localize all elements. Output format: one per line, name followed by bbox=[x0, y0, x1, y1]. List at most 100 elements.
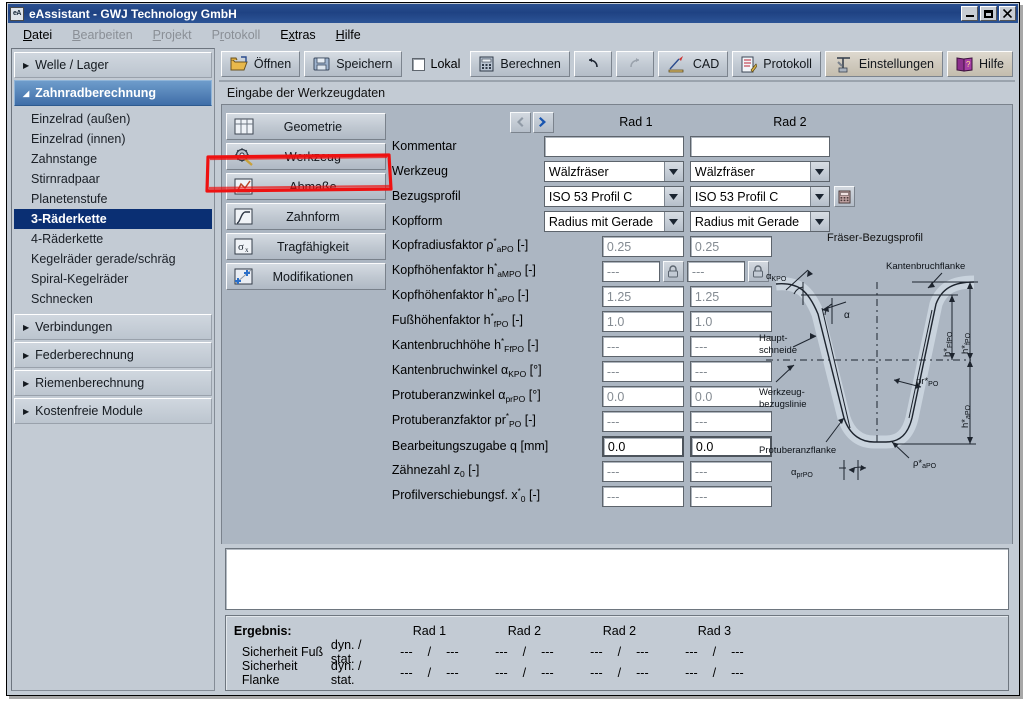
results-col-0: Rad 1 bbox=[382, 624, 477, 638]
menu-hilfe[interactable]: Hilfe bbox=[336, 28, 361, 42]
chevron-right-icon: ▶ bbox=[23, 351, 29, 360]
kopfhoehenfaktor-ampo-input-rad2[interactable]: --- bbox=[687, 261, 745, 282]
label-haupt: Haupt- bbox=[759, 333, 788, 344]
tab-werkzeug[interactable]: Werkzeug bbox=[226, 143, 386, 170]
save-label: Speichern bbox=[336, 57, 392, 71]
sidebar-item-planetenstufe[interactable]: Planetenstufe bbox=[14, 189, 212, 209]
lock-button-rad1[interactable] bbox=[663, 261, 684, 282]
sidebar-item-stirnradpaar[interactable]: Stirnradpaar bbox=[14, 169, 212, 189]
kommentar-input-rad2[interactable] bbox=[690, 136, 830, 157]
menu-protokoll[interactable]: Protokoll bbox=[212, 28, 261, 42]
sigma-icon: σ x bbox=[233, 237, 255, 256]
sidebar-item-label: Zahnstange bbox=[31, 152, 97, 166]
help-button[interactable]: ? Hilfe bbox=[947, 51, 1013, 77]
chevron-down-icon[interactable] bbox=[664, 212, 683, 231]
sidebar-item-schnecken[interactable]: Schnecken bbox=[14, 289, 212, 309]
cad-button[interactable]: CAD bbox=[658, 51, 728, 77]
kantenbruchwinkel-input-rad1[interactable]: --- bbox=[602, 361, 684, 382]
sidebar-item-4-raederkette[interactable]: 4-Räderkette bbox=[14, 229, 212, 249]
field-row-kopfform: Kopfform Radius mit Gerade Radius mit Ge… bbox=[392, 209, 1008, 234]
value-separator: / bbox=[428, 666, 431, 680]
menu-datei[interactable]: Datei bbox=[23, 28, 52, 42]
sidebar-group-riemenberechnung[interactable]: ▶ Riemenberechnung bbox=[14, 370, 212, 396]
chevron-down-icon[interactable] bbox=[810, 212, 829, 231]
kopfform-select-rad1[interactable]: Radius mit Gerade bbox=[544, 211, 684, 232]
tab-geometrie[interactable]: Geometrie bbox=[226, 113, 386, 140]
sidebar-group-federberechnung[interactable]: ▶ Federberechnung bbox=[14, 342, 212, 368]
prev-button[interactable] bbox=[510, 112, 531, 133]
sidebar-item-label: 3-Räderkette bbox=[31, 212, 107, 226]
label-main: Protuberanzfaktor pr bbox=[392, 414, 506, 428]
bezugsprofil-select-rad2[interactable]: ISO 53 Profil C bbox=[690, 186, 830, 207]
open-button[interactable]: Öffnen bbox=[221, 51, 300, 77]
hob-reference-profile-diagram: Fräser-Bezugsprofil bbox=[746, 232, 1004, 494]
protuberanzwinkel-input-rad1[interactable]: 0.0 bbox=[602, 386, 684, 407]
sidebar-item-spiral-kegelraeder[interactable]: Spiral-Kegelräder bbox=[14, 269, 212, 289]
minimize-button[interactable] bbox=[961, 6, 978, 21]
kopfhoehenfaktor-ampo-input-rad1[interactable]: --- bbox=[602, 261, 660, 282]
tab-abmasse[interactable]: Abmaße bbox=[226, 173, 386, 200]
results-cell: --- / --- bbox=[667, 645, 762, 659]
kopfform-select-rad2[interactable]: Radius mit Gerade bbox=[690, 211, 830, 232]
sidebar-item-3-raederkette[interactable]: 3-Räderkette bbox=[14, 209, 212, 229]
sidebar-group-kostenfreie-module[interactable]: ▶ Kostenfreie Module bbox=[14, 398, 212, 424]
cad-label: CAD bbox=[693, 57, 719, 71]
local-checkbox[interactable]: Lokal bbox=[406, 57, 467, 71]
local-label: Lokal bbox=[431, 57, 461, 71]
kopfhoehenfaktor-apo-input-rad1[interactable]: 1.25 bbox=[602, 286, 684, 307]
label-main: Protuberanzwinkel α bbox=[392, 388, 506, 402]
kommentar-input-rad1[interactable] bbox=[544, 136, 684, 157]
redo-button[interactable] bbox=[616, 51, 654, 77]
tab-zahnform[interactable]: Zahnform bbox=[226, 203, 386, 230]
tab-column: Geometrie Werkzeug bbox=[226, 110, 386, 540]
sidebar-item-einzelrad-innen[interactable]: Einzelrad (innen) bbox=[14, 129, 212, 149]
modification-icon bbox=[233, 267, 255, 286]
field-label: Kommentar bbox=[392, 140, 544, 153]
zaehnezahl-input-rad1[interactable]: --- bbox=[602, 461, 684, 482]
maximize-button[interactable] bbox=[980, 6, 997, 21]
bearbeitungszugabe-input-rad1[interactable]: 0.0 bbox=[602, 436, 684, 457]
kantenbruchhoehe-input-rad1[interactable]: --- bbox=[602, 336, 684, 357]
field-label: Bezugsprofil bbox=[392, 190, 544, 203]
results-cell: --- / --- bbox=[382, 645, 477, 659]
protuberanzfaktor-input-rad1[interactable]: --- bbox=[602, 411, 684, 432]
werkzeug-select-rad2[interactable]: Wälzfräser bbox=[690, 161, 830, 182]
open-label: Öffnen bbox=[254, 57, 291, 71]
next-button[interactable] bbox=[533, 112, 554, 133]
label-sub: fPO bbox=[494, 320, 509, 330]
close-button[interactable] bbox=[999, 6, 1016, 21]
chevron-down-icon[interactable] bbox=[664, 187, 683, 206]
bezugsprofil-select-rad1[interactable]: ISO 53 Profil C bbox=[544, 186, 684, 207]
checkbox-box[interactable] bbox=[412, 58, 425, 71]
menu-bearbeiten[interactable]: Bearbeiten bbox=[72, 28, 132, 42]
calculate-button[interactable]: Berechnen bbox=[470, 51, 569, 77]
sidebar-group-welle-lager[interactable]: ▶ Welle / Lager bbox=[14, 52, 212, 78]
menu-extras[interactable]: Extras bbox=[280, 28, 315, 42]
field-label: Fußhöhenfaktor h*fPO [-] bbox=[392, 313, 544, 329]
tab-modifikationen[interactable]: Modifikationen bbox=[226, 263, 386, 290]
kopfradiusfaktor-input-rad1[interactable]: 0.25 bbox=[602, 236, 684, 257]
menu-projekt[interactable]: Projekt bbox=[153, 28, 192, 42]
chevron-down-icon[interactable] bbox=[810, 162, 829, 181]
chevron-down-icon[interactable] bbox=[664, 162, 683, 181]
sidebar-item-einzelrad-aussen[interactable]: Einzelrad (außen) bbox=[14, 109, 212, 129]
diagram-svg: αKPO Kantenbruchflanke α Haupt- schneide… bbox=[746, 232, 1004, 494]
sidebar-item-zahnstange[interactable]: Zahnstange bbox=[14, 149, 212, 169]
tab-tragfaehigkeit[interactable]: σ x Tragfähigkeit bbox=[226, 233, 386, 260]
chevron-down-icon[interactable] bbox=[810, 187, 829, 206]
sidebar-item-kegelraeder[interactable]: Kegelräder gerade/schräg bbox=[14, 249, 212, 269]
redo-arrow-icon bbox=[627, 58, 643, 70]
results-row-mode: dyn. / stat. bbox=[331, 659, 382, 687]
tab-label: Tragfähigkeit bbox=[255, 240, 385, 254]
protocol-button[interactable]: Protokoll bbox=[732, 51, 821, 77]
profilverschiebungsfaktor-input-rad1[interactable]: --- bbox=[602, 486, 684, 507]
werkzeug-select-rad1[interactable]: Wälzfräser bbox=[544, 161, 684, 182]
sidebar-group-label: Kostenfreie Module bbox=[35, 404, 143, 418]
settings-button[interactable]: Einstellungen bbox=[825, 51, 943, 77]
fusshoehenfaktor-input-rad1[interactable]: 1.0 bbox=[602, 311, 684, 332]
bezugsprofil-calculator-button[interactable] bbox=[834, 186, 855, 207]
save-button[interactable]: Speichern bbox=[304, 51, 401, 77]
sidebar-group-verbindungen[interactable]: ▶ Verbindungen bbox=[14, 314, 212, 340]
sidebar-group-zahnradberechnung[interactable]: ◢ Zahnradberechnung bbox=[14, 80, 212, 106]
undo-button[interactable] bbox=[574, 51, 612, 77]
